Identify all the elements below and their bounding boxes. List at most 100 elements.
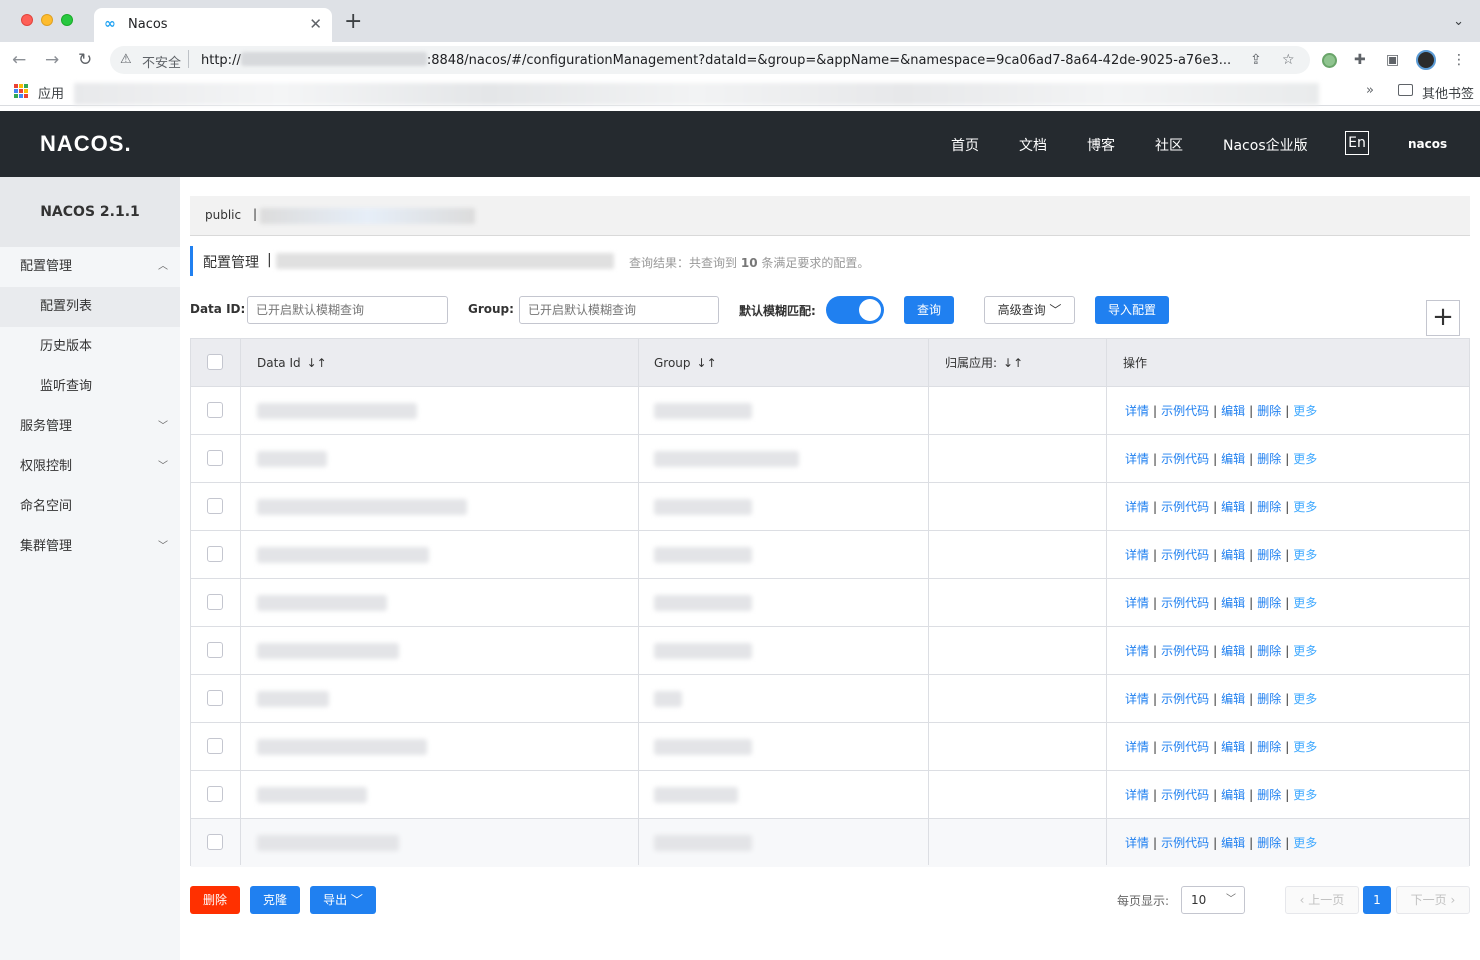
edit-link[interactable]: 编辑 <box>1221 596 1245 610</box>
edit-link[interactable]: 编辑 <box>1221 500 1245 514</box>
sidebar-item-access-control[interactable]: 权限控制 ﹀ <box>0 447 180 487</box>
tab-close-icon[interactable]: ✕ <box>309 15 322 33</box>
fuzzy-match-switch[interactable] <box>826 296 884 324</box>
more-link[interactable]: 更多 <box>1293 836 1317 850</box>
back-icon[interactable]: ← <box>12 50 26 70</box>
edit-link[interactable]: 编辑 <box>1221 740 1245 754</box>
detail-link[interactable]: 详情 <box>1125 836 1149 850</box>
column-app[interactable]: 归属应用: ↓↑ <box>929 339 1023 387</box>
browser-tab[interactable]: ∞ Nacos ✕ <box>94 8 332 42</box>
sidebar-item-history[interactable]: 历史版本 <box>0 327 180 367</box>
language-toggle[interactable]: En <box>1345 131 1369 155</box>
delete-link[interactable]: 删除 <box>1257 788 1281 802</box>
sample-code-link[interactable]: 示例代码 <box>1161 836 1209 850</box>
sample-code-link[interactable]: 示例代码 <box>1161 500 1209 514</box>
row-checkbox[interactable] <box>207 402 223 418</box>
side-panel-icon[interactable]: ▣ <box>1386 52 1399 68</box>
sort-icon[interactable]: ↓↑ <box>1003 356 1023 370</box>
advanced-query-button[interactable]: 高级查询 ﹀ <box>984 296 1075 324</box>
sample-code-link[interactable]: 示例代码 <box>1161 452 1209 466</box>
delete-link[interactable]: 删除 <box>1257 644 1281 658</box>
browser-menu-icon[interactable]: ⋮ <box>1452 52 1466 68</box>
forward-icon[interactable]: → <box>45 50 59 70</box>
delete-link[interactable]: 删除 <box>1257 596 1281 610</box>
window-close-button[interactable] <box>21 14 33 26</box>
extensions-puzzle-icon[interactable]: ✚ <box>1354 52 1366 68</box>
address-bar[interactable]: ⚠ 不安全 http://:8848/nacos/#/configuration… <box>110 46 1310 74</box>
sample-code-link[interactable]: 示例代码 <box>1161 788 1209 802</box>
profile-avatar[interactable] <box>1416 50 1436 70</box>
more-link[interactable]: 更多 <box>1293 596 1317 610</box>
more-link[interactable]: 更多 <box>1293 500 1317 514</box>
clone-button[interactable]: 克隆 <box>250 886 300 914</box>
page-size-select[interactable]: 10 ﹀ <box>1181 886 1245 914</box>
data-id-input[interactable] <box>247 296 448 324</box>
sample-code-link[interactable]: 示例代码 <box>1161 740 1209 754</box>
current-user[interactable]: nacos <box>1408 137 1447 151</box>
sort-icon[interactable]: ↓↑ <box>697 356 717 370</box>
more-link[interactable]: 更多 <box>1293 788 1317 802</box>
nav-home[interactable]: 首页 <box>951 135 979 155</box>
row-checkbox[interactable] <box>207 690 223 706</box>
more-link[interactable]: 更多 <box>1293 452 1317 466</box>
nav-docs[interactable]: 文档 <box>1019 135 1047 155</box>
delete-link[interactable]: 删除 <box>1257 548 1281 562</box>
export-button[interactable]: 导出 ﹀ <box>310 886 376 914</box>
delete-link[interactable]: 删除 <box>1257 740 1281 754</box>
detail-link[interactable]: 详情 <box>1125 548 1149 562</box>
query-button[interactable]: 查询 <box>904 296 954 324</box>
column-group[interactable]: Group ↓↑ <box>638 339 717 387</box>
sample-code-link[interactable]: 示例代码 <box>1161 692 1209 706</box>
detail-link[interactable]: 详情 <box>1125 452 1149 466</box>
url-text[interactable]: http://:8848/nacos/#/configurationManage… <box>201 52 1231 68</box>
detail-link[interactable]: 详情 <box>1125 740 1149 754</box>
share-icon[interactable]: ⇪ <box>1250 52 1262 68</box>
window-minimize-button[interactable] <box>41 14 53 26</box>
new-tab-icon[interactable]: + <box>344 11 362 33</box>
delete-link[interactable]: 删除 <box>1257 404 1281 418</box>
bookmark-apps[interactable]: 应用 <box>38 83 64 102</box>
edit-link[interactable]: 编辑 <box>1221 548 1245 562</box>
sidebar-item-namespace[interactable]: 命名空间 <box>0 487 180 527</box>
edit-link[interactable]: 编辑 <box>1221 644 1245 658</box>
bookmark-other[interactable]: 其他书签 <box>1422 83 1474 102</box>
bookmark-star-icon[interactable]: ☆ <box>1282 52 1295 68</box>
detail-link[interactable]: 详情 <box>1125 644 1149 658</box>
edit-link[interactable]: 编辑 <box>1221 404 1245 418</box>
sample-code-link[interactable]: 示例代码 <box>1161 404 1209 418</box>
batch-delete-button[interactable]: 删除 <box>190 886 240 914</box>
detail-link[interactable]: 详情 <box>1125 596 1149 610</box>
delete-link[interactable]: 删除 <box>1257 500 1281 514</box>
row-checkbox[interactable] <box>207 738 223 754</box>
sidebar-item-config-management[interactable]: 配置管理 ︿ <box>0 247 180 287</box>
page-1-button[interactable]: 1 <box>1363 886 1391 914</box>
reload-icon[interactable]: ↻ <box>78 50 92 70</box>
sidebar-item-config-list[interactable]: 配置列表 <box>0 287 180 327</box>
delete-link[interactable]: 删除 <box>1257 692 1281 706</box>
prev-page-button[interactable]: ‹ 上一页 <box>1285 886 1359 914</box>
next-page-button[interactable]: 下一页 › <box>1396 886 1470 914</box>
edit-link[interactable]: 编辑 <box>1221 836 1245 850</box>
select-all-checkbox[interactable] <box>207 354 223 370</box>
row-checkbox[interactable] <box>207 786 223 802</box>
delete-link[interactable]: 删除 <box>1257 452 1281 466</box>
sidebar-item-service-management[interactable]: 服务管理 ﹀ <box>0 407 180 447</box>
row-checkbox[interactable] <box>207 498 223 514</box>
tab-search-chevron-icon[interactable]: ⌄ <box>1453 14 1464 29</box>
sidebar-item-cluster-management[interactable]: 集群管理 ﹀ <box>0 527 180 567</box>
more-link[interactable]: 更多 <box>1293 692 1317 706</box>
detail-link[interactable]: 详情 <box>1125 788 1149 802</box>
more-link[interactable]: 更多 <box>1293 548 1317 562</box>
detail-link[interactable]: 详情 <box>1125 500 1149 514</box>
more-link[interactable]: 更多 <box>1293 740 1317 754</box>
add-config-button[interactable]: + <box>1426 300 1460 336</box>
nav-community[interactable]: 社区 <box>1155 135 1183 155</box>
more-link[interactable]: 更多 <box>1293 404 1317 418</box>
extension-green-icon[interactable] <box>1322 53 1337 68</box>
namespace-public[interactable]: public <box>205 208 241 222</box>
more-link[interactable]: 更多 <box>1293 644 1317 658</box>
apps-grid-icon[interactable] <box>14 84 28 98</box>
delete-link[interactable]: 删除 <box>1257 836 1281 850</box>
bookmarks-overflow-icon[interactable]: » <box>1366 83 1374 98</box>
row-checkbox[interactable] <box>207 594 223 610</box>
